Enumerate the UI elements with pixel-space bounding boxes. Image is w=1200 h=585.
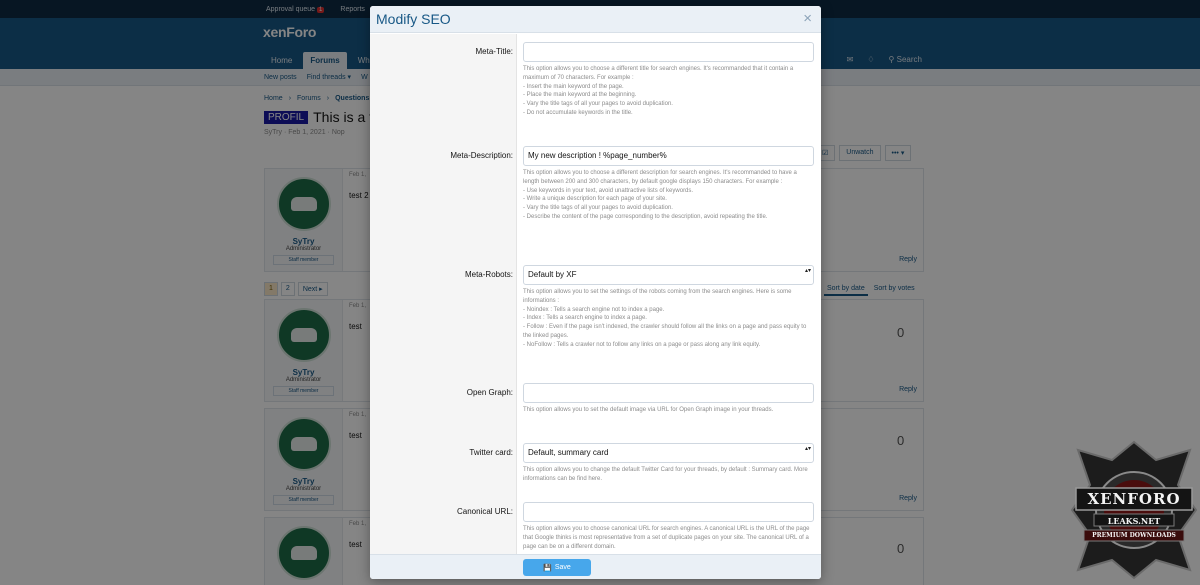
twitter-card-label: Twitter card: bbox=[469, 448, 513, 457]
canonical-url-help: This option allows you to choose canonic… bbox=[523, 525, 814, 551]
meta-title-help-line: This option allows you to choose a diffe… bbox=[523, 66, 794, 81]
canonical-url-help-line: This option allows you to choose canonic… bbox=[523, 526, 810, 550]
xenforo-leaks-watermark: XENFORO LEAKS.NET PREMIUM DOWNLOADS bbox=[1070, 440, 1198, 580]
meta-description-help: This option allows you to choose a diffe… bbox=[523, 169, 814, 222]
dialog-body[interactable]: Meta-Title: This option allows you to ch… bbox=[370, 34, 821, 554]
save-button-label: Save bbox=[554, 564, 571, 571]
canonical-url-label: Canonical URL: bbox=[456, 507, 513, 516]
open-graph-help: This option allows you to set the defaul… bbox=[523, 406, 814, 415]
watermark-subtitle: LEAKS.NET bbox=[1107, 516, 1161, 526]
meta-title-help-line: - Place the main keyword at the beginnin… bbox=[523, 92, 637, 99]
save-button[interactable]: 💾 Save bbox=[523, 559, 591, 576]
meta-description-help-line: - Write a unique description for each pa… bbox=[523, 196, 667, 203]
modify-seo-dialog: Modify SEO × Meta-Title: This option all… bbox=[370, 6, 821, 579]
meta-robots-help-line: - Noindex : Tells a search engine not to… bbox=[523, 306, 665, 313]
meta-description-help-line: - Describe the content of the page corre… bbox=[523, 213, 768, 220]
meta-description-label: Meta-Description: bbox=[450, 151, 513, 160]
meta-description-help-line: This option allows you to choose a diffe… bbox=[523, 170, 797, 185]
dialog-header: Modify SEO × bbox=[370, 6, 821, 33]
open-graph-help-line: This option allows you to set the defaul… bbox=[523, 407, 774, 413]
meta-description-help-line: - Use keywords in your text, avoid unatt… bbox=[523, 187, 694, 194]
meta-title-help-line: - Vary the title tags of all your pages … bbox=[523, 101, 673, 108]
twitter-card-select[interactable]: Default, summary card bbox=[523, 443, 814, 463]
twitter-card-help-line: This option allows you to change the def… bbox=[523, 467, 808, 482]
meta-description-input[interactable]: My new description ! %page_number% bbox=[523, 146, 814, 166]
open-graph-input[interactable] bbox=[523, 383, 814, 403]
watermark-title: XENFORO bbox=[1087, 490, 1181, 508]
meta-robots-help-line: - NoFollow : Tells a crawler not to foll… bbox=[523, 341, 761, 348]
dialog-title: Modify SEO bbox=[376, 11, 451, 27]
meta-title-label: Meta-Title: bbox=[475, 47, 514, 56]
watermark-tagline: PREMIUM DOWNLOADS bbox=[1092, 532, 1176, 539]
meta-title-help-line: - Do not accumulate keywords in the titl… bbox=[523, 109, 633, 116]
crest-icon bbox=[1070, 440, 1198, 580]
meta-robots-select[interactable]: Default by XF bbox=[523, 265, 814, 285]
meta-robots-help-line: - Index : Tells a search engine to index… bbox=[523, 315, 647, 322]
meta-robots-help: This option allows you to set the settin… bbox=[523, 288, 814, 350]
close-icon[interactable]: × bbox=[803, 10, 812, 27]
meta-robots-help-line: This option allows you to set the settin… bbox=[523, 289, 792, 304]
meta-title-help-line: - Insert the main keyword of the page. bbox=[523, 83, 624, 90]
open-graph-label: Open Graph: bbox=[466, 388, 513, 397]
meta-title-help: This option allows you to choose a diffe… bbox=[523, 65, 814, 118]
meta-description-help-line: - Vary the title tags of all your pages … bbox=[523, 205, 673, 212]
twitter-card-help: This option allows you to change the def… bbox=[523, 466, 814, 484]
meta-title-input[interactable] bbox=[523, 42, 814, 62]
label-column bbox=[370, 34, 517, 554]
canonical-url-input[interactable] bbox=[523, 502, 814, 522]
save-icon: 💾 bbox=[543, 564, 552, 572]
meta-robots-label: Meta-Robots: bbox=[464, 270, 513, 279]
dialog-footer: 💾 Save bbox=[370, 554, 821, 579]
meta-robots-help-line: - Follow : Even if the page isn't indexe… bbox=[523, 324, 807, 339]
